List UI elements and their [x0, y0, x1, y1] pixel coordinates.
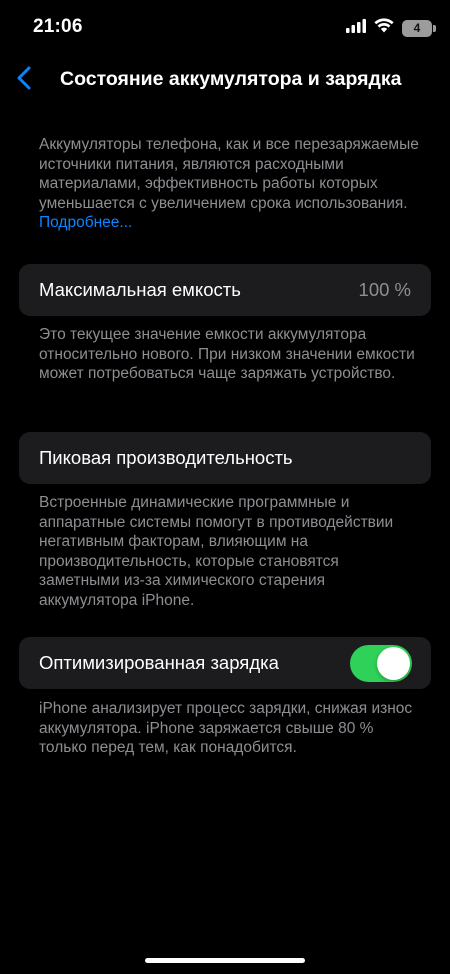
max-capacity-label: Максимальная емкость — [39, 279, 241, 300]
back-button[interactable] — [6, 62, 42, 98]
home-indicator[interactable] — [145, 958, 305, 963]
page-title: Состояние аккумулятора и зарядка — [60, 68, 402, 90]
max-capacity-value: 100 % — [358, 279, 411, 300]
intro-text: Аккумуляторы телефона, как и все перезар… — [39, 135, 419, 233]
peak-performance-cell: Пиковая производительность — [19, 432, 431, 484]
learn-more-link[interactable]: Подробнее... — [39, 214, 132, 231]
chevron-left-icon — [17, 66, 31, 95]
toggle-knob — [377, 647, 410, 680]
battery-level: 4 — [413, 21, 421, 35]
max-capacity-footer: Это текущее значение емкости аккумулятор… — [39, 326, 415, 382]
intro-body: Аккумуляторы телефона, как и все перезар… — [39, 136, 419, 212]
peak-performance-label: Пиковая производительность — [39, 447, 293, 468]
optimized-charging-toggle[interactable] — [350, 645, 412, 682]
peak-performance-footer: Встроенные динамические программные и ап… — [39, 494, 394, 609]
status-time: 21:06 — [33, 16, 83, 37]
signal-icon — [346, 18, 366, 38]
status-bar: 21:06 4 — [0, 0, 450, 54]
max-capacity-cell: Максимальная емкость 100 % — [19, 264, 431, 316]
battery-icon: 4 — [402, 19, 436, 37]
battery-cap — [433, 24, 436, 32]
optimized-charging-label: Оптимизированная зарядка — [39, 652, 279, 673]
wifi-icon — [374, 18, 394, 38]
optimized-charging-footer: iPhone анализирует процесс зарядки, сниж… — [39, 700, 413, 756]
status-icons: 4 — [346, 18, 436, 38]
nav-bar: Состояние аккумулятора и зарядка — [0, 58, 450, 102]
optimized-charging-cell: Оптимизированная зарядка — [19, 637, 431, 689]
